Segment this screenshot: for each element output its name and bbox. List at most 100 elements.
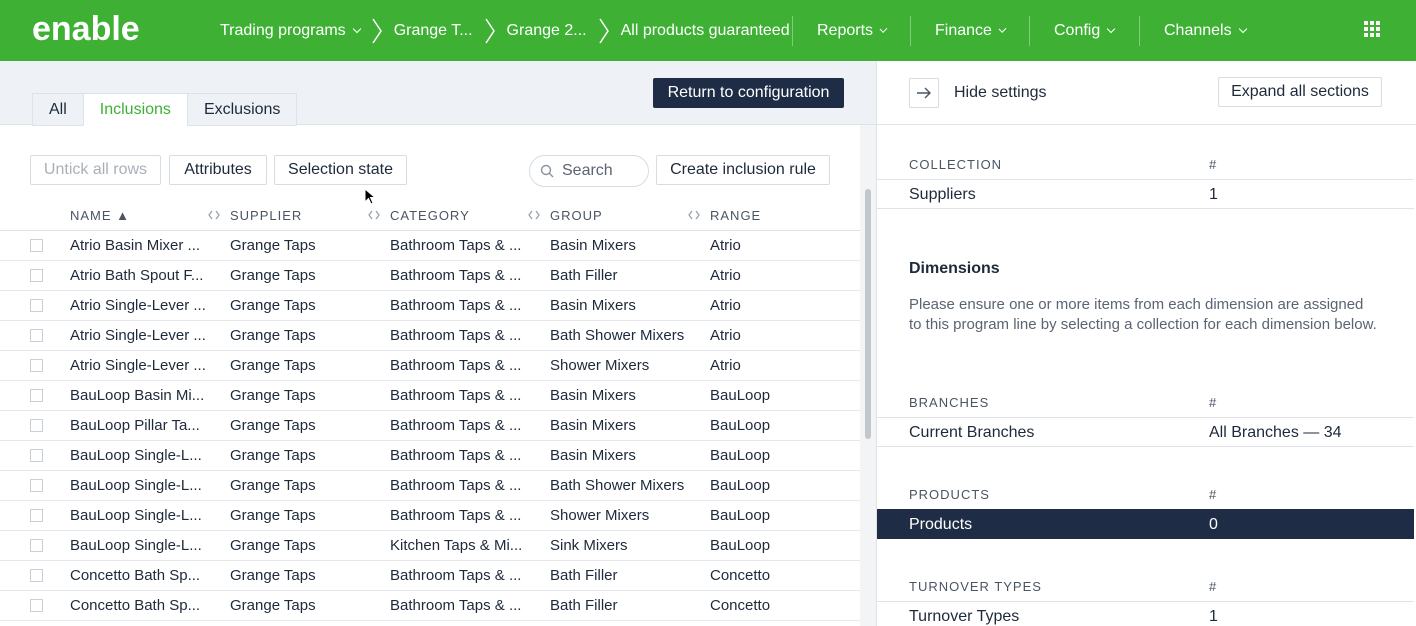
cell-group: Basin Mixers	[550, 237, 636, 254]
column-header-supplier[interactable]: SUPPLIER	[230, 208, 302, 223]
cell-supplier: Grange Taps	[230, 237, 316, 254]
create-inclusion-rule-button[interactable]: Create inclusion rule	[656, 155, 830, 185]
hide-settings-label[interactable]: Hide settings	[954, 84, 1047, 102]
cell-supplier: Grange Taps	[230, 507, 316, 524]
cell-supplier: Grange Taps	[230, 537, 316, 554]
breadcrumb-trading-programs[interactable]: Trading programs	[220, 22, 361, 40]
tab-inclusions[interactable]: Inclusions	[82, 93, 188, 126]
row-name: Suppliers	[909, 186, 976, 203]
column-header-name[interactable]: NAME ▲	[70, 208, 130, 223]
scrollbar-thumb[interactable]	[865, 189, 871, 439]
column-header-category[interactable]: CATEGORY	[390, 208, 470, 223]
cell-name: Concetto Bath Sp...	[70, 597, 201, 614]
table-row[interactable]: Atrio Single-Lever ... Grange Taps Bathroo…	[0, 321, 860, 351]
main-menu: Reports Finance Config Channels	[792, 0, 1270, 61]
column-resize-icon[interactable]	[528, 209, 540, 221]
column-header-range[interactable]: RANGE	[710, 208, 761, 223]
row-checkbox[interactable]	[30, 479, 43, 492]
chevron-down-icon	[998, 24, 1007, 33]
table-row[interactable]: BauLoop Pillar Ta... Grange Taps Bathroom …	[0, 411, 860, 441]
cell-name: Atrio Bath Spout F...	[70, 267, 204, 284]
cell-supplier: Grange Taps	[230, 297, 316, 314]
table-row[interactable]: Atrio Single-Lever ... Grange Taps Bathroo…	[0, 351, 860, 381]
turnover-row-types[interactable]: Turnover Types 1	[877, 601, 1414, 626]
cell-supplier: Grange Taps	[230, 327, 316, 344]
row-checkbox[interactable]	[30, 419, 43, 432]
row-checkbox[interactable]	[30, 269, 43, 282]
column-resize-icon[interactable]	[688, 209, 700, 221]
collection-row-suppliers[interactable]: Suppliers 1	[877, 179, 1414, 209]
row-checkbox[interactable]	[30, 239, 43, 252]
tab-exclusions[interactable]: Exclusions	[186, 93, 298, 126]
branches-row-current[interactable]: Current Branches All Branches — 34	[877, 417, 1414, 447]
cell-group: Bath Shower Mixers	[550, 477, 685, 494]
cell-group: Sink Mixers	[550, 537, 628, 554]
column-resize-icon[interactable]	[368, 209, 380, 221]
collection-section-label: COLLECTION	[909, 157, 1003, 172]
menu-config[interactable]: Config	[1030, 22, 1139, 40]
products-panel: All Inclusions Exclusions Return to conf…	[0, 61, 876, 626]
products-row-selected[interactable]: Products 0	[877, 509, 1414, 539]
column-resize-icon[interactable]	[208, 209, 220, 221]
hide-settings-button[interactable]	[909, 78, 939, 108]
column-header-group[interactable]: GROUP	[550, 208, 603, 223]
cell-supplier: Grange Taps	[230, 597, 316, 614]
cell-range: Atrio	[710, 297, 741, 314]
table-row[interactable]: Atrio Bath Spout F... Grange Taps Bathroom…	[0, 261, 860, 291]
table-row[interactable]: Atrio Basin Mixer ... Grange Taps Bathroom…	[0, 231, 860, 261]
cell-range: Atrio	[710, 267, 741, 284]
table-row[interactable]: Atrio Single-Lever ... Grange Taps Bathroo…	[0, 291, 860, 321]
return-to-configuration-button[interactable]: Return to configuration	[653, 78, 844, 108]
row-checkbox[interactable]	[30, 539, 43, 552]
selection-state-button[interactable]: Selection state	[274, 155, 407, 185]
row-checkbox[interactable]	[30, 359, 43, 372]
cell-name: BauLoop Single-L...	[70, 477, 202, 494]
cell-group: Basin Mixers	[550, 447, 636, 464]
enable-logo[interactable]: enable	[32, 12, 182, 46]
tab-bar: All Inclusions Exclusions	[32, 93, 298, 126]
cell-name: Atrio Single-Lever ...	[70, 297, 206, 314]
row-checkbox[interactable]	[30, 329, 43, 342]
cell-name: Concetto Bath Sp...	[70, 567, 201, 584]
panel-header: All Inclusions Exclusions Return to conf…	[0, 61, 876, 126]
cell-supplier: Grange Taps	[230, 477, 316, 494]
row-checkbox[interactable]	[30, 509, 43, 522]
cell-range: BauLoop	[710, 507, 771, 524]
breadcrumb-grange-2[interactable]: Grange 2...	[507, 22, 587, 40]
cell-category: Bathroom Taps & ...	[390, 477, 522, 494]
table-row[interactable]: BauLoop Basin Mi... Grange Taps Bathroom T…	[0, 381, 860, 411]
row-count: 1	[1209, 608, 1218, 625]
row-checkbox[interactable]	[30, 569, 43, 582]
expand-all-sections-button[interactable]: Expand all sections	[1218, 77, 1382, 107]
cell-name: BauLoop Basin Mi...	[70, 387, 205, 404]
row-count: All Branches — 34	[1209, 424, 1342, 441]
breadcrumb-grange-t[interactable]: Grange T...	[394, 22, 473, 40]
table-row[interactable]: BauLoop Single-L... Grange Taps Bathroom T…	[0, 441, 860, 471]
search-placeholder: Search	[562, 162, 613, 179]
cell-category: Bathroom Taps & ...	[390, 327, 522, 344]
cell-category: Bathroom Taps & ...	[390, 567, 522, 584]
row-checkbox[interactable]	[30, 389, 43, 402]
untick-all-rows-button[interactable]: Untick all rows	[30, 155, 161, 185]
search-input[interactable]: Search	[529, 155, 649, 187]
table-row[interactable]: Concetto Bath Sp... Grange Taps Bathroom T…	[0, 561, 860, 591]
row-count: 1	[1209, 186, 1218, 203]
cell-supplier: Grange Taps	[230, 447, 316, 464]
row-checkbox[interactable]	[30, 299, 43, 312]
cell-group: Bath Filler	[550, 597, 618, 614]
row-checkbox[interactable]	[30, 599, 43, 612]
row-name: Products	[909, 516, 973, 533]
menu-reports[interactable]: Reports	[793, 22, 910, 40]
row-checkbox[interactable]	[30, 449, 43, 462]
table-row[interactable]: Concetto Bath Sp... Grange Taps Bathroom T…	[0, 591, 860, 621]
apps-grid-icon[interactable]	[1364, 21, 1380, 37]
tab-all[interactable]: All	[32, 93, 84, 126]
menu-channels[interactable]: Channels	[1140, 22, 1270, 40]
breadcrumb-current[interactable]: All products guaranteed	[621, 22, 790, 40]
cell-category: Bathroom Taps & ...	[390, 267, 522, 284]
menu-finance[interactable]: Finance	[911, 22, 1029, 40]
table-row[interactable]: BauLoop Single-L... Grange Taps Bathroom T…	[0, 471, 860, 501]
table-row[interactable]: BauLoop Single-L... Grange Taps Kitchen Ta…	[0, 531, 860, 561]
attributes-button[interactable]: Attributes	[169, 155, 267, 185]
table-row[interactable]: BauLoop Single-L... Grange Taps Bathroom T…	[0, 501, 860, 531]
